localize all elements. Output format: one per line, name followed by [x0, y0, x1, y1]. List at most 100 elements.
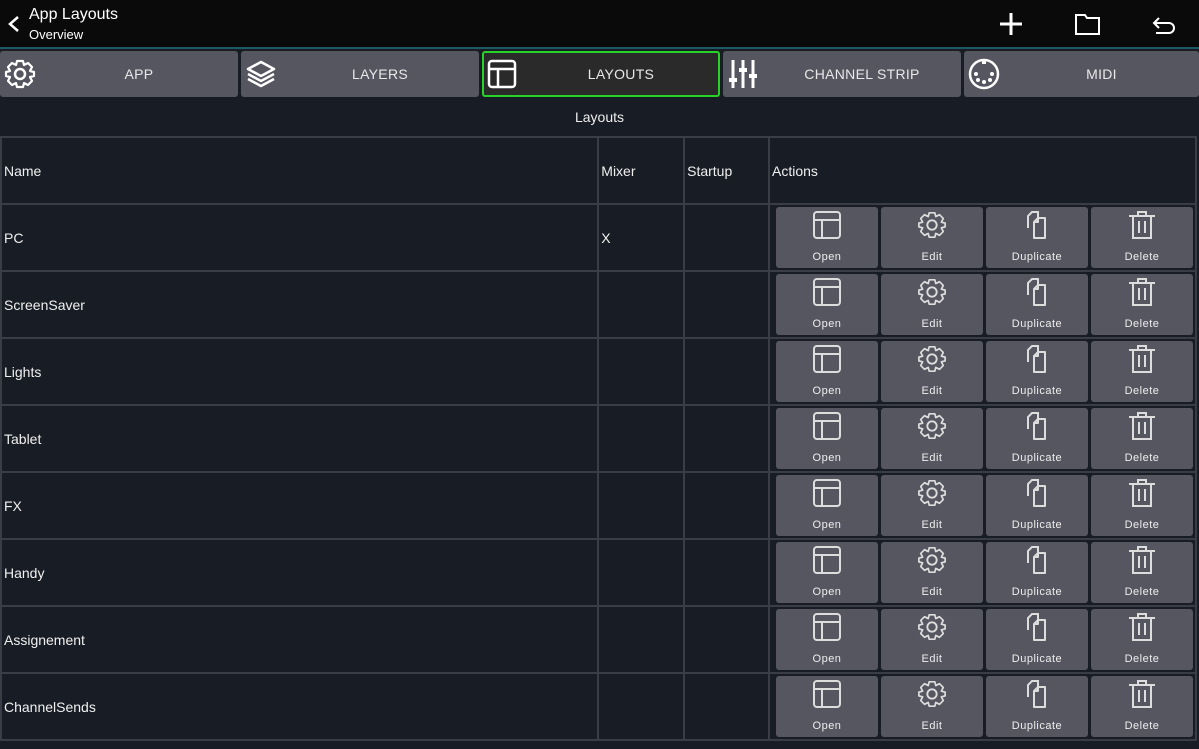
open-label: Open	[812, 653, 842, 665]
tab-label: LAYOUTS	[587, 66, 655, 82]
layout-name: Tablet	[0, 404, 600, 473]
layout-startup	[683, 337, 770, 406]
delete-button[interactable]: Delete	[1090, 609, 1193, 670]
trash-icon	[1128, 211, 1155, 239]
tab-app[interactable]: APP	[0, 51, 238, 97]
open-button[interactable]: Open	[775, 408, 878, 469]
duplicate-button[interactable]: Duplicate	[985, 207, 1088, 268]
tab-layers[interactable]: LAYERS	[241, 51, 479, 97]
delete-button[interactable]: Delete	[1090, 408, 1193, 469]
duplicate-label: Duplicate	[1011, 720, 1063, 732]
delete-label: Delete	[1124, 452, 1160, 464]
table-row: PC X Open Edit Duplicate Delete	[0, 203, 1198, 272]
open-button[interactable]: Open	[775, 207, 878, 268]
gear-icon	[918, 613, 946, 641]
layout-icon	[812, 278, 841, 306]
duplicate-label: Duplicate	[1011, 653, 1063, 665]
open-button[interactable]: Open	[775, 475, 878, 536]
edit-button[interactable]: Edit	[880, 274, 983, 335]
duplicate-button[interactable]: Duplicate	[985, 341, 1088, 402]
table-row: Handy Open Edit Duplicate Delete	[0, 538, 1198, 607]
open-label: Open	[812, 318, 842, 330]
tab-midi[interactable]: MIDI	[964, 51, 1199, 97]
layout-mixer: X	[597, 203, 686, 272]
sliders-icon	[729, 60, 757, 88]
layout-mixer	[597, 471, 686, 540]
duplicate-label: Duplicate	[1011, 318, 1063, 330]
layouts-table: Name Mixer Startup Actions PC X Open Edi…	[0, 136, 1198, 741]
duplicate-button[interactable]: Duplicate	[985, 274, 1088, 335]
duplicate-button[interactable]: Duplicate	[985, 609, 1088, 670]
back-icon[interactable]	[5, 12, 23, 36]
delete-button[interactable]: Delete	[1090, 475, 1193, 536]
gear-icon	[918, 680, 946, 708]
edit-label: Edit	[921, 720, 943, 732]
open-button[interactable]: Open	[775, 341, 878, 402]
duplicate-button[interactable]: Duplicate	[985, 475, 1088, 536]
delete-button[interactable]: Delete	[1090, 542, 1193, 603]
layout-actions: Open Edit Duplicate Delete	[767, 471, 1198, 540]
duplicate-label: Duplicate	[1011, 385, 1063, 397]
edit-button[interactable]: Edit	[880, 207, 983, 268]
layout-mixer	[597, 404, 686, 473]
gear-icon	[918, 479, 946, 507]
delete-button[interactable]: Delete	[1090, 676, 1193, 737]
column-header-mixer: Mixer	[597, 136, 686, 205]
edit-label: Edit	[921, 251, 943, 263]
tab-layouts[interactable]: LAYOUTS	[482, 51, 720, 97]
delete-label: Delete	[1124, 385, 1160, 397]
gear-icon	[918, 211, 946, 239]
edit-label: Edit	[921, 318, 943, 330]
edit-label: Edit	[921, 653, 943, 665]
delete-button[interactable]: Delete	[1090, 274, 1193, 335]
layout-startup	[683, 538, 770, 607]
gear-icon	[918, 412, 946, 440]
open-label: Open	[812, 720, 842, 732]
delete-button[interactable]: Delete	[1090, 207, 1193, 268]
duplicate-button[interactable]: Duplicate	[985, 676, 1088, 737]
duplicate-icon	[1026, 278, 1046, 306]
open-button[interactable]: Open	[775, 609, 878, 670]
undo-icon[interactable]	[1149, 10, 1179, 38]
layout-icon	[487, 59, 517, 89]
page-title: App Layouts	[29, 6, 118, 23]
duplicate-icon	[1026, 680, 1046, 708]
edit-button[interactable]: Edit	[880, 542, 983, 603]
delete-label: Delete	[1124, 653, 1160, 665]
layout-icon	[812, 546, 841, 574]
tab-channel-strip[interactable]: CHANNEL STRIP	[723, 51, 961, 97]
layout-name: ChannelSends	[0, 672, 600, 741]
edit-button[interactable]: Edit	[880, 609, 983, 670]
duplicate-button[interactable]: Duplicate	[985, 408, 1088, 469]
duplicate-icon	[1026, 211, 1046, 239]
top-bar: App Layouts Overview	[0, 0, 1199, 49]
edit-button[interactable]: Edit	[880, 341, 983, 402]
gear-icon	[4, 59, 36, 89]
duplicate-button[interactable]: Duplicate	[985, 542, 1088, 603]
layout-actions: Open Edit Duplicate Delete	[767, 270, 1198, 339]
trash-icon	[1128, 613, 1155, 641]
edit-label: Edit	[921, 385, 943, 397]
layout-icon	[812, 412, 841, 440]
folder-icon[interactable]	[1073, 10, 1103, 38]
open-label: Open	[812, 251, 842, 263]
page-subtitle: Overview	[29, 27, 84, 42]
edit-button[interactable]: Edit	[880, 408, 983, 469]
edit-button[interactable]: Edit	[880, 676, 983, 737]
open-button[interactable]: Open	[775, 676, 878, 737]
layout-name: Lights	[0, 337, 600, 406]
duplicate-icon	[1026, 546, 1046, 574]
open-label: Open	[812, 385, 842, 397]
open-label: Open	[812, 586, 842, 598]
open-button[interactable]: Open	[775, 542, 878, 603]
open-button[interactable]: Open	[775, 274, 878, 335]
edit-button[interactable]: Edit	[880, 475, 983, 536]
layout-actions: Open Edit Duplicate Delete	[767, 538, 1198, 607]
delete-label: Delete	[1124, 318, 1160, 330]
duplicate-icon	[1026, 412, 1046, 440]
table-row: Lights Open Edit Duplicate Delete	[0, 337, 1198, 406]
delete-button[interactable]: Delete	[1090, 341, 1193, 402]
add-icon[interactable]	[996, 10, 1026, 38]
duplicate-label: Duplicate	[1011, 519, 1063, 531]
layout-startup	[683, 672, 770, 741]
